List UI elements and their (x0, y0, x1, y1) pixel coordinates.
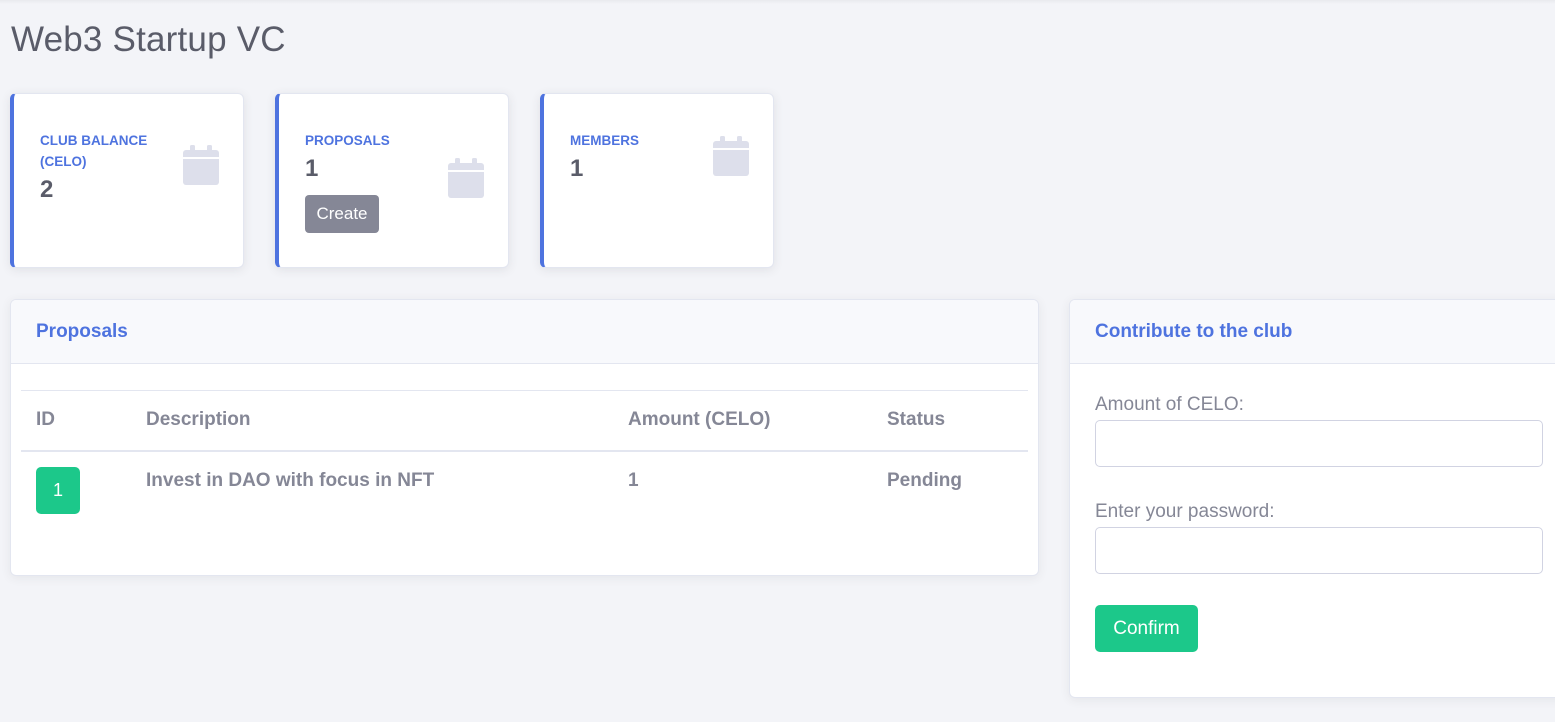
table-row[interactable]: 1 Invest in DAO with focus in NFT 1 Pend… (21, 451, 1028, 521)
table-header-row: ID Description Amount (CELO) Status (21, 390, 1028, 452)
stat-label-club-balance: CLUB BALANCE (CELO) (40, 133, 148, 169)
calendar-icon (183, 145, 219, 185)
stat-card-club-balance: CLUB BALANCE (CELO) 2 (10, 93, 244, 268)
column-header-id: ID (21, 390, 131, 452)
contribute-panel: Contribute to the club Amount of CELO: E… (1069, 299, 1555, 698)
create-proposal-button[interactable]: Create (305, 195, 379, 233)
stat-card-members: MEMBERS 1 (540, 93, 774, 268)
cell-id: 1 (21, 451, 131, 521)
calendar-icon (448, 158, 484, 198)
stat-label-proposals: PROPOSALS (305, 133, 390, 148)
stat-value-proposals: 1 (305, 155, 319, 182)
page-title: Web3 Startup VC (11, 20, 286, 59)
password-input[interactable] (1095, 527, 1543, 574)
column-header-amount: Amount (CELO) (613, 390, 872, 452)
proposals-panel: Proposals ID Description Amount (CELO) S… (10, 299, 1039, 576)
cell-description: Invest in DAO with focus in NFT (146, 469, 435, 491)
cell-status: Pending (887, 469, 962, 491)
column-header-status: Status (872, 390, 1028, 452)
stat-value-members: 1 (570, 155, 584, 182)
amount-input[interactable] (1095, 420, 1543, 467)
proposals-panel-title: Proposals (11, 300, 1038, 364)
proposal-id-badge[interactable]: 1 (36, 466, 80, 514)
contribute-panel-title: Contribute to the club (1070, 300, 1555, 364)
stat-value-club-balance: 2 (40, 176, 54, 203)
column-header-description: Description (131, 390, 613, 452)
proposals-table: ID Description Amount (CELO) Status 1 In… (21, 390, 1028, 521)
stat-card-proposals: PROPOSALS 1 Create (275, 93, 509, 268)
top-shadow-bar (0, 0, 1555, 4)
calendar-icon (713, 136, 749, 176)
stat-label-members: MEMBERS (570, 133, 640, 148)
confirm-button[interactable]: Confirm (1095, 605, 1198, 652)
cell-amount: 1 (628, 469, 639, 491)
password-label: Enter your password: (1095, 501, 1275, 522)
amount-label: Amount of CELO: (1095, 394, 1244, 415)
